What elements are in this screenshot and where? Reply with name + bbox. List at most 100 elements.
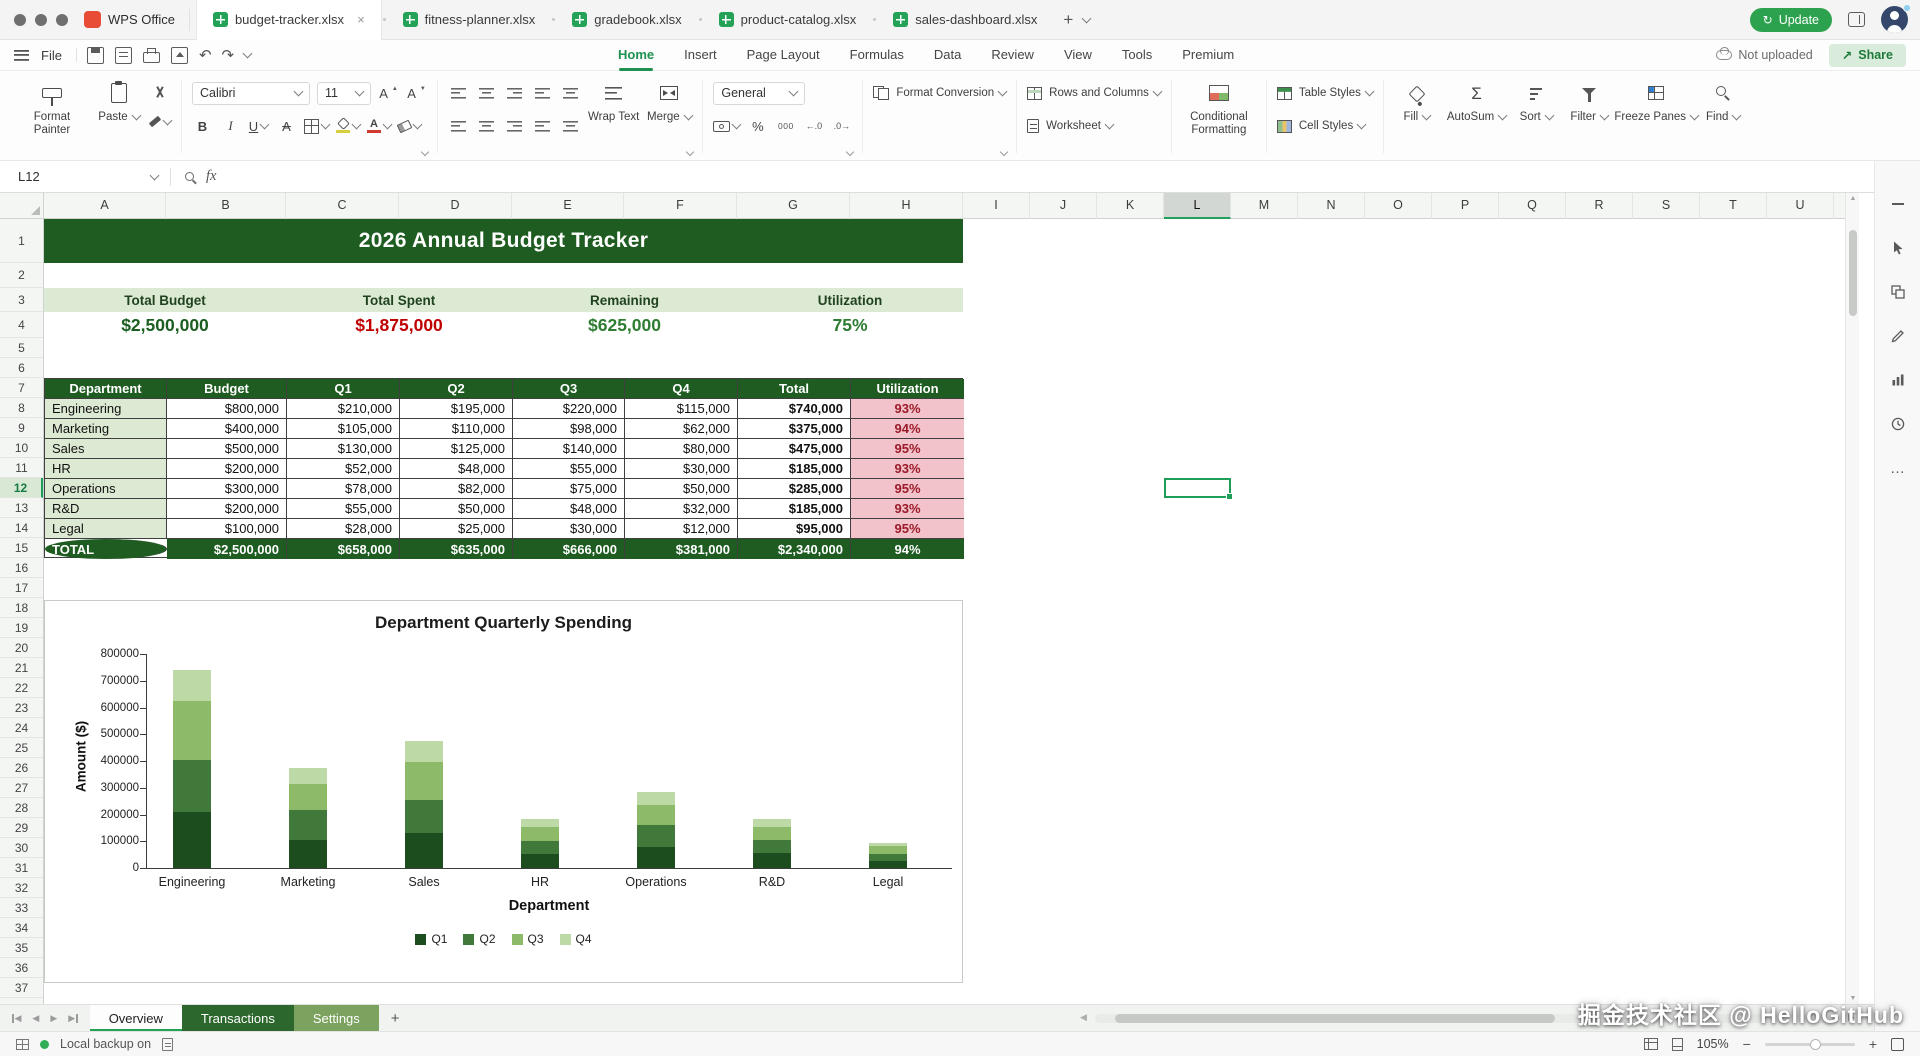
column-header-O[interactable]: O — [1365, 193, 1432, 219]
table-cell[interactable]: $635,000 — [400, 539, 513, 559]
table-cell[interactable]: $28,000 — [287, 519, 400, 539]
table-cell[interactable]: Budget — [167, 379, 287, 399]
worksheet-button[interactable]: Worksheet — [1046, 120, 1113, 132]
table-cell[interactable]: $105,000 — [287, 419, 400, 439]
ribbon-tab-view[interactable]: View — [1064, 40, 1092, 71]
tab-list-chevron-icon[interactable] — [1082, 13, 1092, 23]
row-header-24[interactable]: 24 — [0, 718, 43, 738]
doc-tab[interactable]: product-catalog.xlsx — [703, 0, 873, 40]
table-cell[interactable]: $2,500,000 — [167, 539, 287, 559]
cell-styles-button[interactable]: Cell Styles — [1299, 120, 1365, 132]
row-header-18[interactable]: 18 — [0, 598, 43, 618]
table-cell[interactable]: 95% — [851, 439, 964, 459]
vertical-scrollbar[interactable]: ▲ ▼ — [1845, 193, 1859, 1004]
summary-label-cell[interactable]: Remaining — [512, 288, 737, 312]
ribbon-tab-premium[interactable]: Premium — [1182, 40, 1234, 71]
row-header-19[interactable]: 19 — [0, 618, 43, 638]
table-cell[interactable]: $500,000 — [167, 439, 287, 459]
ribbon-tab-data[interactable]: Data — [934, 40, 961, 71]
close-window-button[interactable] — [14, 14, 26, 26]
table-cell[interactable]: Operations — [45, 479, 167, 499]
row-header-5[interactable]: 5 — [0, 338, 43, 358]
row-header-7[interactable]: 7 — [0, 378, 43, 398]
table-cell[interactable]: $30,000 — [513, 519, 625, 539]
table-cell[interactable]: TOTAL — [45, 539, 167, 559]
previous-sheet-icon[interactable]: ◀ — [32, 1013, 39, 1024]
currency-format-button[interactable] — [713, 116, 740, 137]
row-header-20[interactable]: 20 — [0, 638, 43, 658]
zoom-in-button[interactable]: + — [1869, 1036, 1877, 1052]
zoom-out-button[interactable]: − — [1743, 1036, 1751, 1052]
bold-button[interactable]: B — [192, 116, 213, 137]
indent-button[interactable] — [560, 83, 581, 104]
conversion-dialog-launcher[interactable] — [1000, 148, 1008, 156]
summary-label-cell[interactable]: Total Spent — [286, 288, 512, 312]
row-header-3[interactable]: 3 — [0, 288, 43, 312]
row-header-8[interactable]: 8 — [0, 398, 43, 418]
row-header-28[interactable]: 28 — [0, 798, 43, 818]
normal-view-icon[interactable] — [1644, 1038, 1658, 1050]
row-header-25[interactable]: 25 — [0, 738, 43, 758]
table-cell[interactable]: $95,000 — [738, 519, 851, 539]
table-cell[interactable]: $98,000 — [513, 419, 625, 439]
table-cell[interactable]: $50,000 — [625, 479, 738, 499]
borders-button[interactable] — [304, 116, 329, 137]
fill-color-button[interactable] — [336, 116, 360, 137]
vertical-scrollbar-thumb[interactable] — [1849, 230, 1857, 316]
hamburger-menu-icon[interactable] — [14, 50, 29, 61]
share-button[interactable]: ↗ Share — [1829, 44, 1906, 67]
table-cell[interactable]: 94% — [851, 539, 964, 559]
percent-format-button[interactable]: % — [747, 116, 768, 137]
table-cell[interactable]: $140,000 — [513, 439, 625, 459]
ribbon-tab-formulas[interactable]: Formulas — [850, 40, 904, 71]
font-color-button[interactable]: A — [367, 116, 391, 137]
fill-button[interactable]: Fill — [1394, 76, 1440, 157]
column-header-B[interactable]: B — [166, 193, 286, 219]
table-cell[interactable]: Legal — [45, 519, 167, 539]
zoom-slider-thumb[interactable] — [1810, 1039, 1821, 1050]
decrease-font-button[interactable]: A▼ — [406, 83, 427, 104]
table-cell[interactable]: $82,000 — [400, 479, 513, 499]
next-sheet-icon[interactable]: ▶ — [50, 1013, 57, 1024]
table-cell[interactable]: Utilization — [851, 379, 964, 399]
column-header-A[interactable]: A — [44, 193, 166, 219]
column-header-H[interactable]: H — [850, 193, 963, 219]
align-center-button[interactable] — [476, 116, 497, 137]
shading-button[interactable] — [398, 116, 421, 137]
summary-value-cell[interactable]: $1,875,000 — [286, 312, 512, 338]
column-header-T[interactable]: T — [1700, 193, 1767, 219]
table-cell[interactable]: $400,000 — [167, 419, 287, 439]
row-header-26[interactable]: 26 — [0, 758, 43, 778]
column-header-C[interactable]: C — [286, 193, 399, 219]
wps-home-button[interactable]: WPS Office — [80, 9, 190, 31]
row-header-17[interactable]: 17 — [0, 578, 43, 598]
paste-button[interactable]: Paste — [96, 76, 142, 157]
minimize-window-button[interactable] — [35, 14, 47, 26]
table-cell[interactable]: $210,000 — [287, 399, 400, 419]
row-header-6[interactable]: 6 — [0, 358, 43, 378]
format-brush-button[interactable] — [149, 111, 171, 132]
table-cell[interactable]: $78,000 — [287, 479, 400, 499]
table-cell[interactable]: Q3 — [513, 379, 625, 399]
row-header-30[interactable]: 30 — [0, 838, 43, 858]
new-document-tab-button[interactable]: + — [1053, 10, 1083, 30]
sort-button[interactable]: Sort — [1513, 76, 1559, 157]
table-cell[interactable]: $125,000 — [400, 439, 513, 459]
align-middle-button[interactable] — [476, 83, 497, 104]
row-header-37[interactable]: 37 — [0, 978, 43, 998]
ribbon-tab-review[interactable]: Review — [991, 40, 1034, 71]
increase-font-button[interactable]: A▲ — [378, 83, 399, 104]
table-cell[interactable]: $75,000 — [513, 479, 625, 499]
font-name-select[interactable]: Calibri — [192, 82, 310, 105]
row-header-11[interactable]: 11 — [0, 458, 43, 478]
fill-handle[interactable] — [1226, 493, 1233, 500]
wrap-text-button[interactable]: Wrap Text — [588, 76, 639, 157]
table-cell[interactable]: $130,000 — [287, 439, 400, 459]
sheet-tab-transactions[interactable]: Transactions — [182, 1005, 294, 1032]
italic-button[interactable]: I — [220, 116, 241, 137]
conditional-formatting-button[interactable]: Conditional Formatting — [1182, 76, 1256, 157]
row-header-1[interactable]: 1 — [0, 219, 43, 263]
table-cell[interactable]: $52,000 — [287, 459, 400, 479]
search-icon[interactable] — [185, 172, 194, 181]
row-header-10[interactable]: 10 — [0, 438, 43, 458]
